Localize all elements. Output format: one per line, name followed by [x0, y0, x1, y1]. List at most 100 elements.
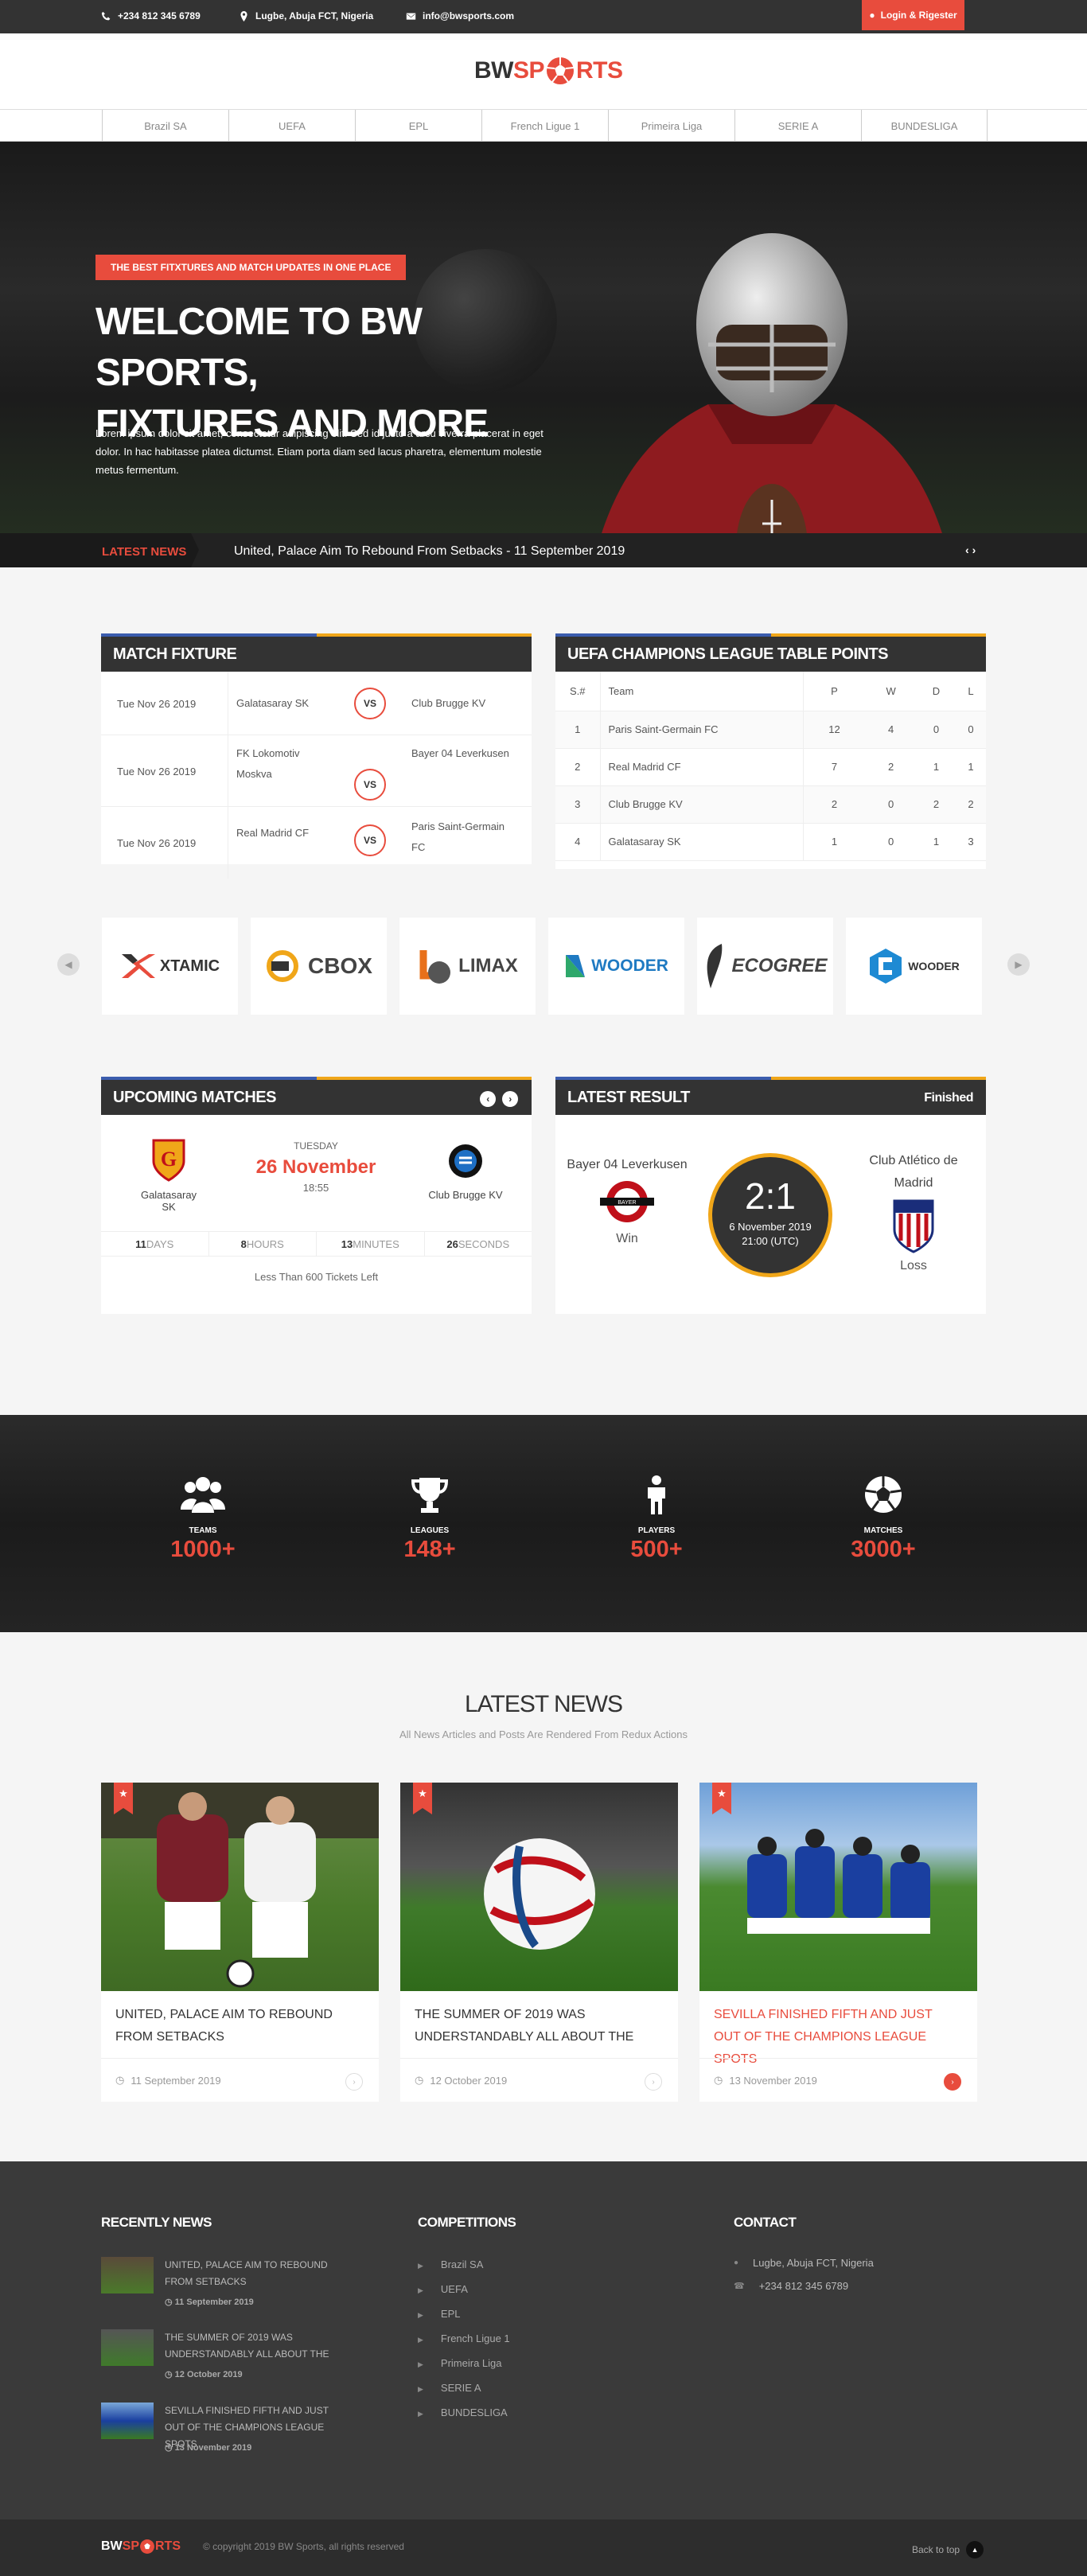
logo-text-right: RTS: [576, 57, 623, 84]
footer-link-primeira[interactable]: ▶ Primeira Liga: [418, 2357, 502, 2369]
clock-icon: ◷: [415, 2074, 424, 2086]
brands-prev-button[interactable]: ◀: [57, 953, 80, 976]
news-card-date: 11 September 2019: [131, 2074, 221, 2087]
footer-link-epl[interactable]: ▶ EPL: [418, 2308, 461, 2320]
ticker-headline[interactable]: United, Palace Aim To Rebound From Setba…: [234, 544, 625, 559]
email-contact[interactable]: info@bwsports.com: [406, 10, 514, 21]
cell-team: Paris Saint-Germain FC: [599, 711, 804, 749]
read-more-arrow-icon[interactable]: ›: [645, 2073, 662, 2091]
countdown-days: 11 DAYS: [101, 1232, 209, 1256]
brand-logo-cbox[interactable]: CBOX: [251, 918, 387, 1015]
news-card[interactable]: ★ THE SUMMER OF 2019 WAS UNDERSTANDABLY …: [400, 1783, 678, 2102]
result-home-team[interactable]: Bayer 04 Leverkusen BAYER Win: [555, 1158, 699, 1246]
footer-phone[interactable]: ☎ +234 812 345 6789: [734, 2280, 848, 2292]
stats-band: TEAMS 1000+ LEAGUES 148+ PLAYERS 500+ MA…: [0, 1415, 1087, 1632]
footer-link-serie-a[interactable]: ▶ SERIE A: [418, 2382, 481, 2394]
brand-name: WOODER: [908, 960, 960, 972]
footer-link-bundesliga[interactable]: ▶ BUNDESLIGA: [418, 2406, 508, 2418]
brand-name: WOODER: [591, 957, 668, 975]
chevron-right-icon[interactable]: ›: [972, 544, 976, 556]
upcoming-home-team[interactable]: G Galatasaray SK: [133, 1137, 205, 1213]
col-header: S.#: [555, 672, 600, 711]
fixture-row[interactable]: Tue Nov 26 2019 Real Madrid CF VS Paris …: [101, 807, 532, 879]
footer-logo-right: RTS: [155, 2539, 181, 2553]
brands-next-button[interactable]: ▶: [1007, 953, 1030, 976]
login-register-button[interactable]: ● Login & Rigester: [862, 0, 964, 30]
final-score: 2:1: [745, 1175, 796, 1217]
fixture-date: Tue Nov 26 2019: [117, 672, 228, 735]
table-row[interactable]: 2 Real Madrid CF 7 2 1 1: [555, 748, 986, 786]
header-accent-bar: [771, 1077, 986, 1080]
recent-news-item[interactable]: SEVILLA FINISHED FIFTH AND JUST OUT OF T…: [101, 2403, 340, 2453]
table-row[interactable]: 3 Club Brugge KV 2 0 2 2: [555, 785, 986, 824]
league-tab-ligue1[interactable]: French Ligue 1: [481, 110, 608, 142]
footer-link-uefa[interactable]: ▶ UEFA: [418, 2283, 468, 2295]
league-tab-uefa[interactable]: UEFA: [228, 110, 355, 142]
news-card-title[interactable]: THE SUMMER OF 2019 WAS UNDERSTANDABLY AL…: [415, 2004, 661, 2048]
cell-rank: 2: [555, 748, 600, 786]
brand-logo-limax[interactable]: LIMAX: [399, 918, 536, 1015]
site-logo[interactable]: BW SP RTS: [474, 53, 623, 89]
cell-p: 2: [803, 785, 866, 824]
chevron-right-icon[interactable]: ›: [502, 1091, 518, 1107]
brand-logo-wooder-2[interactable]: WOODER: [846, 918, 982, 1015]
news-image-soccer-ball[interactable]: ★: [400, 1783, 678, 1991]
result-away-name: Club Atlético de Madrid: [869, 1154, 958, 1190]
recent-news-thumb: [101, 2403, 154, 2439]
footer-link-label: Brazil SA: [440, 2258, 484, 2270]
table-row[interactable]: 4 Galatasaray SK 1 0 1 3: [555, 823, 986, 861]
fixture-row[interactable]: Tue Nov 26 2019 FK Lokomotiv Moskva VS B…: [101, 735, 532, 807]
footer-link-brazil-sa[interactable]: ▶ Brazil SA: [418, 2258, 483, 2270]
vs-badge: VS: [354, 769, 386, 801]
recent-news-item[interactable]: THE SUMMER OF 2019 WAS UNDERSTANDABLY AL…: [101, 2329, 340, 2379]
league-tab-primeira[interactable]: Primeira Liga: [608, 110, 734, 142]
brand-name: XTAMIC: [159, 957, 220, 975]
countdown-hours: 8 HOURS: [209, 1232, 317, 1256]
news-image-team-kneeling[interactable]: ★: [699, 1783, 977, 1991]
cell-l: 0: [956, 711, 986, 749]
league-tab-serie-a[interactable]: SERIE A: [734, 110, 861, 142]
league-tab-brazil-sa[interactable]: Brazil SA: [102, 110, 228, 142]
countdown-number: 8: [240, 1237, 247, 1250]
result-away-team[interactable]: Club Atlético de Madrid Loss: [850, 1150, 977, 1273]
cell-d: 2: [916, 785, 956, 824]
tickets-left-text: Less Than 600 Tickets Left: [254, 1271, 379, 1283]
caret-right-icon: ▶: [418, 2311, 423, 2319]
cell-rank: 1: [555, 711, 600, 749]
footer-logo[interactable]: BW SP RTS: [101, 2539, 181, 2555]
read-more-arrow-icon[interactable]: ›: [345, 2073, 363, 2091]
read-more-arrow-icon[interactable]: ›: [944, 2073, 961, 2091]
league-tab-bundesliga[interactable]: BUNDESLIGA: [861, 110, 988, 142]
footer-link-ligue1[interactable]: ▶ French Ligue 1: [418, 2332, 510, 2344]
recent-news-item[interactable]: UNITED, PALACE AIM TO REBOUND FROM SETBA…: [101, 2257, 340, 2307]
chevron-left-icon[interactable]: ‹: [965, 544, 969, 556]
table-row[interactable]: 1 Paris Saint-Germain FC 12 4 0 0: [555, 711, 986, 749]
brand-name: ECOGREE: [731, 955, 828, 976]
news-card[interactable]: ★ SEVILLA FINISHED FIFTH AND JUST OUT OF…: [699, 1783, 977, 2102]
recent-news-date: 13 November 2019: [174, 2443, 252, 2453]
users-icon: [181, 1477, 225, 1513]
news-image-soccer-players[interactable]: ★: [101, 1783, 379, 1991]
fixture-row[interactable]: Tue Nov 26 2019 Galatasaray SK VS Club B…: [101, 672, 532, 735]
latest-result-header: LATEST RESULT Finished: [555, 1077, 986, 1115]
league-tab-epl[interactable]: EPL: [355, 110, 481, 142]
bottom-bar: BW SP RTS © copyright 2019 BW Sports, al…: [0, 2519, 1087, 2576]
away-team-name: Club Brugge KV: [428, 1189, 503, 1201]
cell-d: 0: [916, 711, 956, 749]
fixture-away-team: Paris Saint-Germain FC: [411, 820, 505, 853]
news-card-title[interactable]: UNITED, PALACE AIM TO REBOUND FROM SETBA…: [115, 2004, 362, 2048]
news-card[interactable]: ★ UNITED, PALACE AIM TO REBOUND FROM SET…: [101, 1783, 379, 2102]
upcoming-away-team[interactable]: Club Brugge KV: [418, 1140, 513, 1201]
cell-team: Club Brugge KV: [599, 785, 804, 824]
result-home-name: Bayer 04 Leverkusen: [567, 1158, 688, 1171]
brand-logo-wooder[interactable]: WOODER: [548, 918, 684, 1015]
ticker-arrows[interactable]: ‹ ›: [965, 544, 976, 556]
phone-icon: [101, 11, 111, 20]
chevron-left-icon[interactable]: ‹: [480, 1091, 496, 1107]
back-to-top-link[interactable]: Back to top ▲: [912, 2541, 984, 2558]
vs-badge: VS: [354, 688, 386, 719]
cell-w: 0: [865, 785, 917, 824]
brand-logo-xtamic[interactable]: XTAMIC: [102, 918, 238, 1015]
brand-logo-ecogree[interactable]: ECOGREE: [697, 918, 833, 1015]
phone-contact[interactable]: +234 812 345 6789: [101, 10, 201, 21]
